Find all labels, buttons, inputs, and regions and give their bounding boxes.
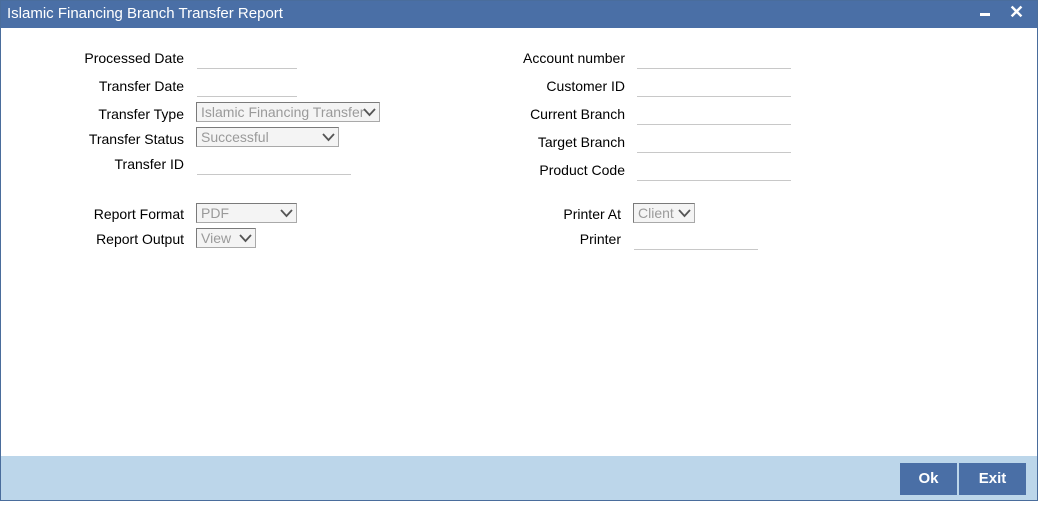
ok-button[interactable]: Ok bbox=[900, 463, 957, 495]
report-window: Islamic Financing Branch Transfer Report… bbox=[0, 0, 1038, 501]
printer-at-value: Client bbox=[638, 205, 674, 221]
current-branch-field[interactable] bbox=[637, 124, 791, 125]
customer-id-field[interactable] bbox=[637, 96, 791, 97]
chevron-down-icon bbox=[322, 133, 335, 142]
chevron-down-icon bbox=[239, 234, 252, 243]
transfer-date-label: Transfer Date bbox=[98, 78, 184, 94]
report-output-label: Report Output bbox=[96, 231, 184, 247]
minimize-icon[interactable] bbox=[980, 13, 990, 16]
account-number-label: Account number bbox=[523, 50, 625, 66]
target-branch-field[interactable] bbox=[637, 152, 791, 153]
exit-button[interactable]: Exit bbox=[959, 463, 1026, 495]
report-format-value: PDF bbox=[201, 205, 229, 221]
chevron-down-icon bbox=[363, 108, 376, 117]
processed-date-label: Processed Date bbox=[84, 50, 184, 66]
transfer-type-value: Islamic Financing Transfer bbox=[201, 104, 365, 120]
report-output-select[interactable]: View bbox=[196, 228, 256, 248]
current-branch-label: Current Branch bbox=[530, 106, 625, 122]
customer-id-label: Customer ID bbox=[546, 78, 625, 94]
transfer-status-value: Successful bbox=[201, 129, 269, 145]
title-bar: Islamic Financing Branch Transfer Report… bbox=[1, 1, 1037, 28]
close-icon[interactable]: ✕ bbox=[1009, 2, 1024, 22]
target-branch-label: Target Branch bbox=[537, 134, 625, 150]
processed-date-field[interactable] bbox=[197, 68, 297, 69]
transfer-id-label: Transfer ID bbox=[114, 156, 185, 172]
account-number-field[interactable] bbox=[637, 68, 791, 69]
printer-at-label: Printer At bbox=[563, 206, 621, 222]
report-output-value: View bbox=[201, 230, 232, 246]
transfer-type-label: Transfer Type bbox=[98, 106, 184, 122]
window-title: Islamic Financing Branch Transfer Report bbox=[7, 5, 283, 22]
report-format-select[interactable]: PDF bbox=[196, 203, 297, 223]
printer-field[interactable] bbox=[634, 249, 758, 250]
chevron-down-icon bbox=[280, 209, 293, 218]
transfer-status-select[interactable]: Successful bbox=[196, 127, 339, 147]
printer-at-select[interactable]: Client bbox=[633, 203, 695, 223]
transfer-status-label: Transfer Status bbox=[88, 131, 184, 147]
chevron-down-icon bbox=[678, 209, 691, 218]
product-code-field[interactable] bbox=[637, 180, 791, 181]
footer-bar: Ok Exit bbox=[1, 456, 1037, 500]
report-format-label: Report Format bbox=[93, 206, 184, 222]
transfer-id-field[interactable] bbox=[197, 174, 351, 175]
transfer-date-field[interactable] bbox=[197, 96, 297, 97]
printer-label: Printer bbox=[579, 231, 621, 247]
product-code-label: Product Code bbox=[539, 162, 625, 178]
transfer-type-select[interactable]: Islamic Financing Transfer bbox=[196, 102, 380, 122]
